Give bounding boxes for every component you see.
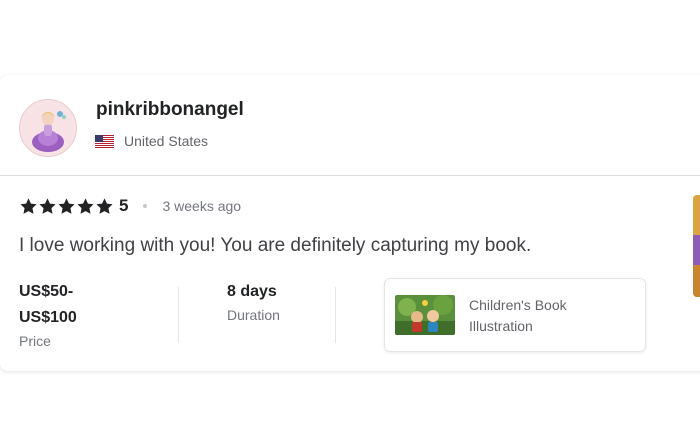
price-block: US$50- US$100 Price (19, 279, 119, 349)
duration-block: 8 days Duration (227, 279, 280, 323)
star-icon (39, 197, 56, 214)
preview-image-icon (693, 195, 700, 297)
duration-value: 8 days (227, 283, 277, 300)
price-value-line2: US$100 (19, 309, 77, 326)
star-icon (77, 197, 94, 214)
gig-title[interactable]: Children's Book Illustration (469, 295, 629, 337)
star-icon (58, 197, 75, 214)
price-value-line1: US$50- (19, 283, 74, 300)
illustration-thumbnail (395, 295, 455, 335)
review-text: I love working with you! You are definit… (19, 235, 532, 256)
us-flag-icon (95, 134, 114, 148)
country-name: United States (124, 133, 209, 149)
gig-card[interactable]: Children's Book Illustration (384, 278, 646, 352)
next-item-preview[interactable] (693, 195, 700, 297)
star-rating (19, 197, 114, 216)
details-separator (335, 287, 336, 343)
header-divider (0, 175, 700, 176)
details-separator (178, 287, 179, 343)
reviewer-avatar[interactable] (19, 99, 77, 157)
star-icon (20, 197, 37, 214)
review-card: pinkribbonangel United States 5 3 weeks … (0, 75, 700, 371)
star-icon (96, 197, 113, 214)
rating-row: 5 3 weeks ago (19, 196, 241, 216)
reviewer-username[interactable]: pinkribbonangel (96, 99, 244, 121)
review-time: 3 weeks ago (162, 198, 242, 214)
separator-dot (143, 204, 148, 208)
doll-avatar-icon (20, 100, 76, 156)
price-label: Price (19, 333, 51, 349)
reviewer-country: United States (95, 133, 208, 149)
gig-thumbnail (395, 295, 455, 335)
rating-score: 5 (119, 196, 129, 215)
duration-label: Duration (227, 307, 280, 323)
